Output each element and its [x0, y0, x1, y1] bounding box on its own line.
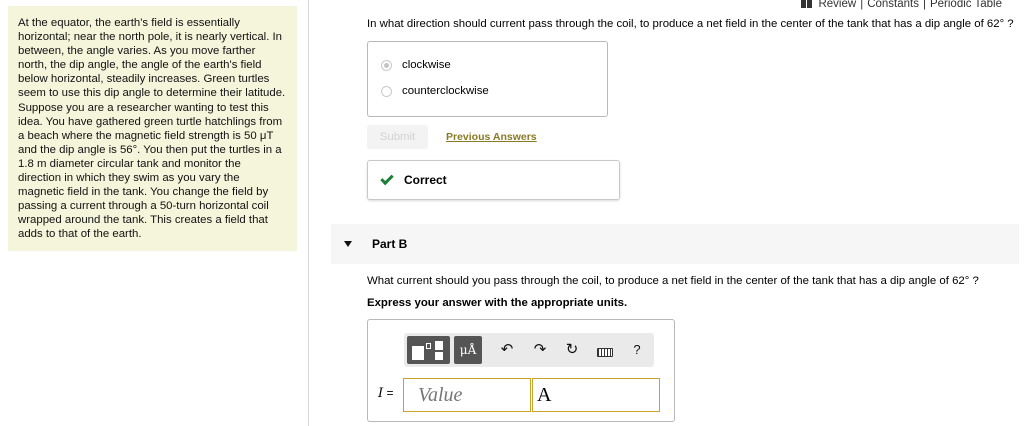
option-label: clockwise [402, 59, 451, 71]
variable-symbol: I [378, 386, 384, 401]
unit-input[interactable]: A [532, 378, 660, 412]
feedback-correct: Correct [367, 160, 620, 200]
keyboard-icon[interactable] [597, 348, 613, 357]
value-input[interactable]: Value [403, 378, 531, 412]
caret-down-icon[interactable] [344, 241, 352, 247]
option-label: counterclockwise [402, 85, 489, 97]
radio-selected-icon[interactable] [381, 59, 392, 71]
book-icon [801, 0, 813, 8]
previous-answers-link[interactable]: Previous Answers [446, 131, 537, 143]
help-icon[interactable]: ? [628, 340, 646, 360]
periodic-table-link[interactable]: Periodic Table [930, 0, 1002, 10]
checkmark-icon [380, 171, 394, 185]
units-button[interactable]: μÅ [454, 336, 482, 364]
constants-link[interactable]: Constants [867, 0, 919, 10]
option-clockwise[interactable]: clockwise [381, 59, 451, 71]
templates-button[interactable] [407, 336, 450, 364]
equation-label: I = [378, 386, 394, 401]
panel-divider [308, 0, 309, 426]
problem-intro-panel: At the equator, the earth's field is ess… [8, 6, 297, 251]
templates-icon [409, 339, 448, 361]
answer-entry-box: μÅ ↶ ↷ ↻ ? I = Value A [367, 319, 675, 422]
review-link[interactable]: Review [818, 0, 856, 10]
equals-sign: = [386, 386, 394, 400]
radio-empty-icon[interactable] [381, 85, 392, 97]
link-separator: | [922, 0, 926, 10]
part-a-question: In what direction should current pass th… [367, 18, 1014, 30]
redo-icon[interactable]: ↷ [531, 340, 549, 360]
part-b-label: Part B [372, 237, 408, 251]
undo-icon[interactable]: ↶ [498, 340, 516, 360]
problem-intro-text: At the equator, the earth's field is ess… [18, 17, 286, 241]
part-b-question: What current should you pass through the… [367, 275, 979, 287]
option-counterclockwise[interactable]: counterclockwise [381, 85, 489, 97]
link-separator: | [860, 0, 864, 10]
feedback-text: Correct [404, 173, 447, 187]
part-b-header[interactable]: Part B [331, 224, 1019, 264]
answer-instruction: Express your answer with the appropriate… [367, 297, 628, 309]
math-toolbar: μÅ ↶ ↷ ↻ ? [404, 333, 654, 367]
resource-links: Review | Constants | Periodic Table [801, 0, 1002, 10]
answer-options: clockwise counterclockwise [367, 41, 608, 117]
reset-icon[interactable]: ↻ [563, 340, 581, 360]
submit-button[interactable]: Submit [367, 125, 428, 149]
